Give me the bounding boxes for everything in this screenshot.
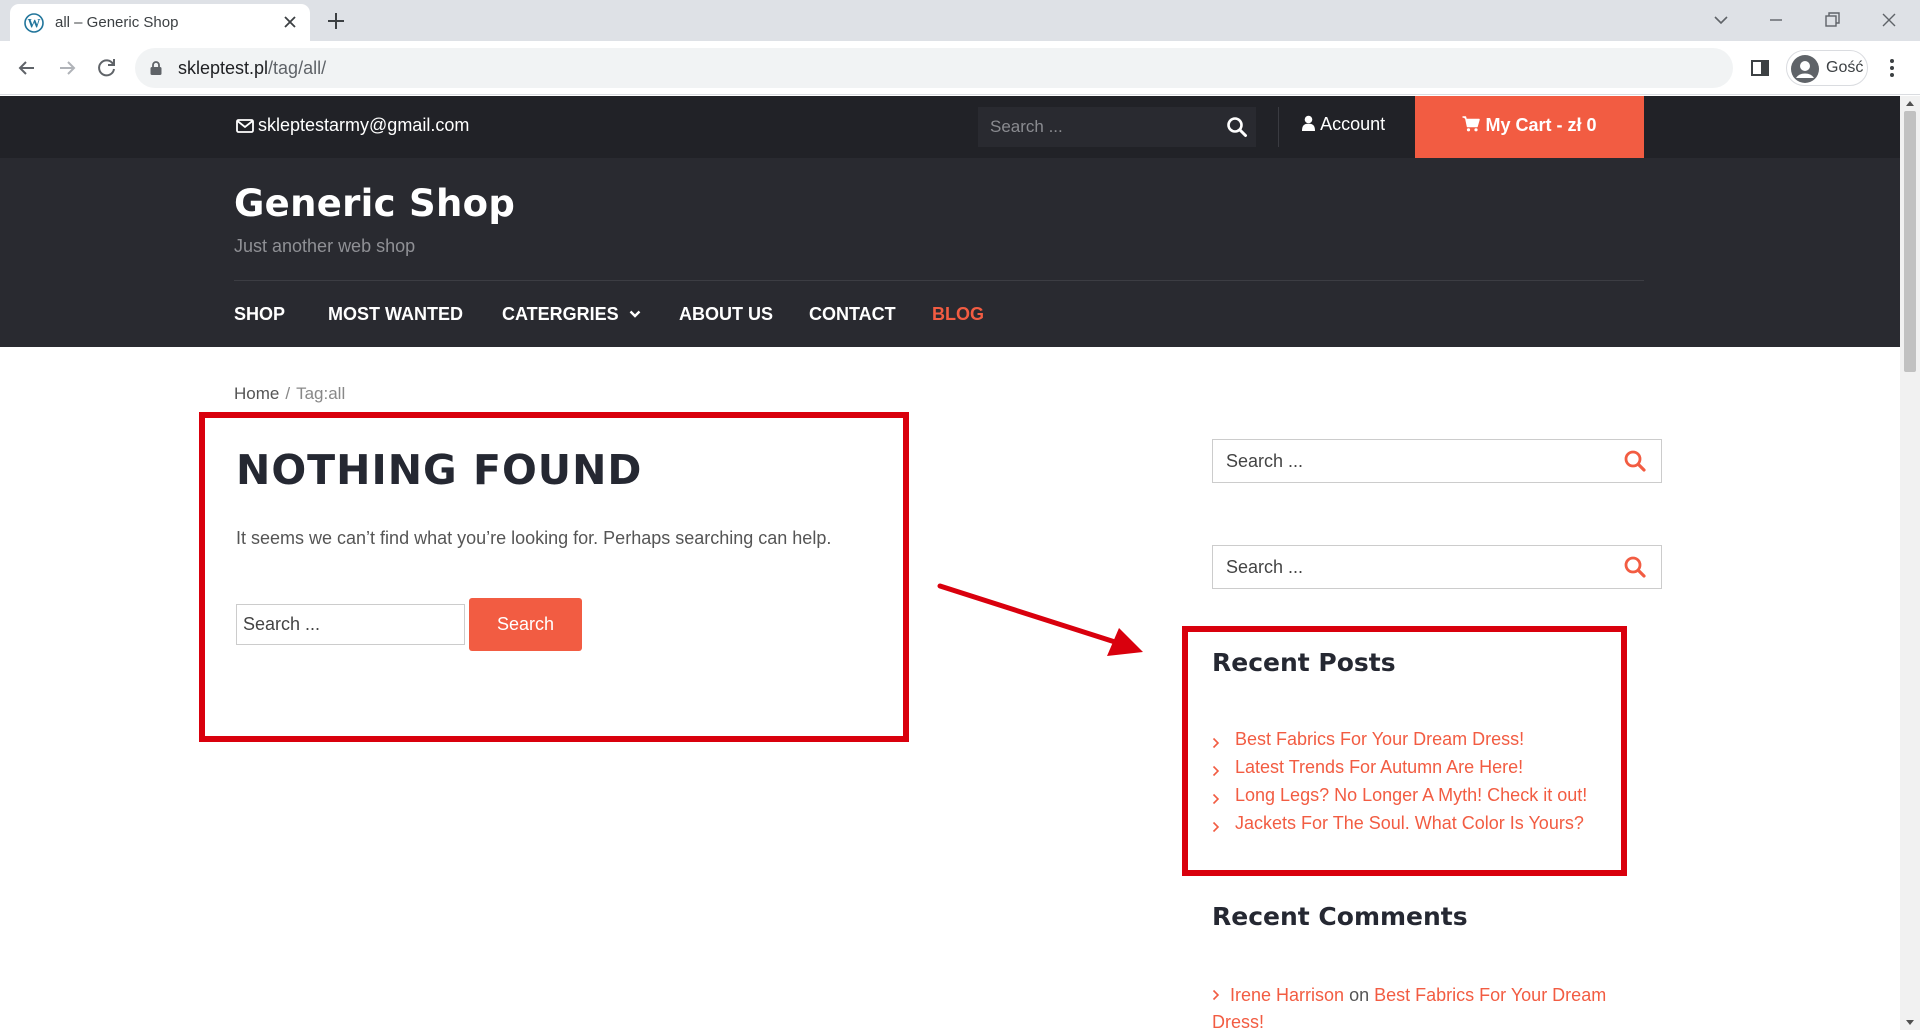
header-search <box>978 107 1256 147</box>
header-search-input[interactable] <box>978 107 1208 147</box>
close-window-icon[interactable] <box>1877 8 1901 32</box>
breadcrumb-current: Tag:all <box>296 384 346 403</box>
search-icon[interactable] <box>1226 116 1248 138</box>
page-scrollbar[interactable] <box>1900 96 1920 1030</box>
lock-icon[interactable] <box>149 60 163 76</box>
recent-comment-item: Irene Harrison on Best Fabrics For Your … <box>1212 982 1632 1030</box>
scroll-up-icon[interactable] <box>1905 99 1915 109</box>
cart-button[interactable]: My Cart - zł 0 <box>1415 96 1644 158</box>
top-bar: skleptestarmy@gmail.com Account My <box>0 96 1900 158</box>
envelope-icon <box>236 119 254 133</box>
account-link[interactable]: Account <box>1302 114 1385 140</box>
nav-most-wanted[interactable]: MOST WANTED <box>328 304 463 325</box>
forward-arrow-icon[interactable] <box>54 55 80 81</box>
highlight-box-nothing-found <box>199 412 909 742</box>
account-label: Account <box>1320 114 1386 134</box>
search-icon[interactable] <box>1623 555 1647 579</box>
cart-icon <box>1462 116 1481 132</box>
breadcrumb-home[interactable]: Home <box>234 384 279 403</box>
back-arrow-icon[interactable] <box>14 55 40 81</box>
tab-title: all – Generic Shop <box>55 14 179 31</box>
cart-label: My Cart - zł 0 <box>1485 115 1597 135</box>
comment-connector: on <box>1349 985 1370 1005</box>
breadcrumb-separator: / <box>285 384 291 403</box>
url-text: skleptest.pl/tag/all/ <box>178 58 326 79</box>
contact-email[interactable]: skleptestarmy@gmail.com <box>258 115 469 136</box>
scroll-down-icon[interactable] <box>1905 1017 1915 1027</box>
breadcrumb: Home / Tag:all <box>234 384 345 404</box>
annotation-arrow-icon <box>937 583 1143 656</box>
comment-author-link[interactable]: Irene Harrison <box>1230 985 1344 1005</box>
new-tab-icon[interactable] <box>325 10 347 32</box>
profile-name: Gość <box>1826 59 1864 76</box>
url-host: skleptest.pl <box>178 58 269 78</box>
site-tagline: Just another web shop <box>234 236 416 256</box>
sidebar-search-input-2[interactable] <box>1213 546 1603 588</box>
page-viewport: skleptestarmy@gmail.com Account My <box>0 96 1900 1030</box>
minimize-icon[interactable] <box>1764 8 1788 32</box>
nav-shop[interactable]: SHOP <box>234 304 285 325</box>
wordpress-icon: W <box>24 13 44 33</box>
browser-toolbar: skleptest.pl/tag/all/ Gość <box>0 41 1920 95</box>
profile-button[interactable]: Gość <box>1786 50 1868 86</box>
avatar-icon <box>1791 55 1819 83</box>
nav-blog[interactable]: BLOG <box>932 304 984 325</box>
browser-tabstrip: W all – Generic Shop <box>0 0 1920 41</box>
tab-search-icon[interactable] <box>1709 8 1733 32</box>
search-icon[interactable] <box>1623 449 1647 473</box>
browser-tab[interactable]: W all – Generic Shop <box>10 4 310 41</box>
header-rule <box>234 280 1644 281</box>
header-divider <box>1278 107 1279 147</box>
nav-categories[interactable]: CATERGRIES <box>502 304 641 325</box>
address-bar[interactable]: skleptest.pl/tag/all/ <box>135 48 1733 88</box>
nav-contact[interactable]: CONTACT <box>809 304 896 325</box>
reload-icon[interactable] <box>94 55 120 81</box>
nav-about-us[interactable]: ABOUT US <box>679 304 773 325</box>
sidebar-search-2 <box>1212 545 1662 589</box>
recent-comments-title: Recent Comments <box>1212 902 1468 931</box>
nav-categories-label: CATERGRIES <box>502 304 619 324</box>
site-title[interactable]: Generic Shop <box>234 182 515 225</box>
chevron-right-icon <box>1212 989 1220 1001</box>
sidebar-search-input-1[interactable] <box>1213 440 1603 482</box>
user-icon <box>1302 115 1315 131</box>
url-path: /tag/all/ <box>268 58 327 78</box>
close-tab-icon[interactable] <box>280 12 300 32</box>
chevron-down-icon <box>629 310 641 318</box>
scroll-thumb[interactable] <box>1904 111 1916 372</box>
more-menu-icon[interactable] <box>1885 56 1899 80</box>
restore-icon[interactable] <box>1820 8 1844 32</box>
svg-text:W: W <box>28 16 41 31</box>
sidebar-search-1 <box>1212 439 1662 483</box>
highlight-box-recent-posts <box>1182 626 1627 876</box>
side-panel-icon[interactable] <box>1749 56 1771 80</box>
